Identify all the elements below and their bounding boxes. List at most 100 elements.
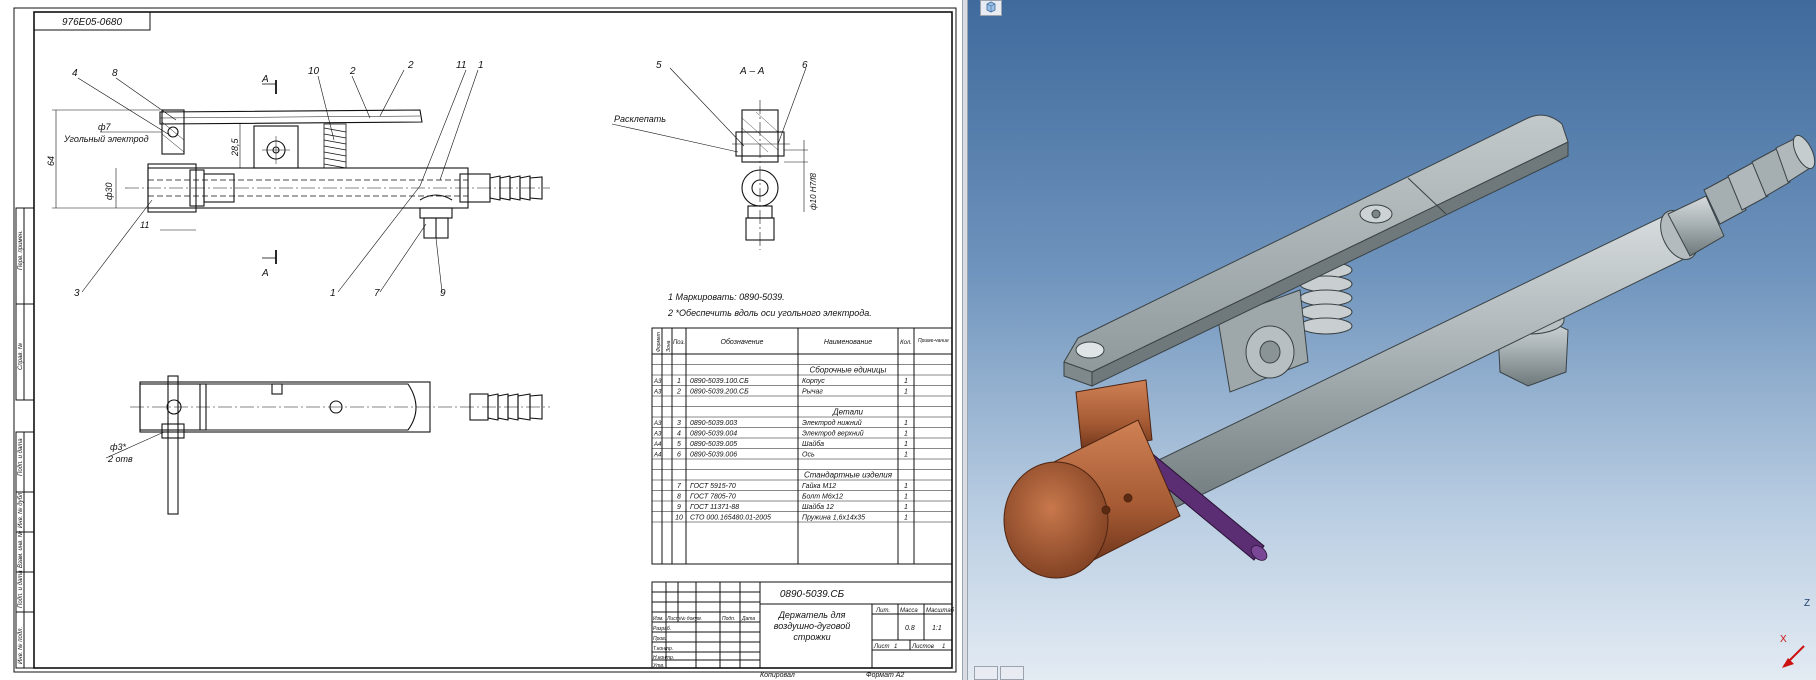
note-2: 2 *Обеспечить вдоль оси угольного электр…	[667, 308, 872, 318]
spec-cell-code: 0890-5039.004	[690, 431, 737, 438]
title-name-1: Держатель для	[778, 610, 846, 620]
spec-cell-format: А4	[653, 453, 662, 459]
spec-section-details: Детали	[832, 408, 863, 417]
title-designation: 0890-5039.СБ	[780, 589, 845, 600]
spec-cell-code: 0890-5039.100.СБ	[690, 378, 749, 385]
callout-11: 11	[456, 60, 466, 71]
title-scale-value: 1:1	[932, 625, 942, 632]
spec-header-pos: Поз.	[673, 340, 685, 346]
3d-model-viewport[interactable]: X Z	[968, 0, 1816, 680]
hose-nipple	[1667, 134, 1816, 257]
callout-5: 5	[656, 60, 662, 71]
callout-2a: 2	[349, 66, 356, 77]
spec-cell-pos: 4	[677, 431, 681, 438]
holes-dim: ф3*	[110, 442, 127, 452]
section-mark-top: А	[261, 74, 269, 85]
side-label-0: Перв. примен.	[18, 230, 24, 270]
footer-format: Формат А2	[866, 672, 904, 679]
spec-table-text: Сборочные единицы А3 1 0890-5039.100.СБ Корп…	[653, 366, 908, 522]
top-stamp-text: 976Е05-0680	[62, 17, 122, 28]
drawing-viewport[interactable]: 976Е05-0680 Перв. примен. Справ. № Подп.…	[0, 0, 968, 680]
title-scale: Масштаб	[926, 608, 955, 614]
spec-cell-format: А4	[653, 442, 662, 448]
spec-cell-qty: 1	[904, 431, 908, 438]
spec-cell-qty: 1	[904, 452, 908, 459]
spec-cell-pos: 7	[677, 483, 682, 490]
holes-count: 2 отв	[107, 454, 133, 464]
footer-copied: Копировал	[760, 672, 795, 679]
spec-cell-name: Корпус	[802, 378, 825, 385]
spec-cell-format: А3	[653, 421, 662, 427]
spec-cell-pos: 3	[677, 420, 681, 427]
spec-cell-name: Болт М6х12	[802, 494, 843, 501]
side-label-5: Подп. и дата	[18, 570, 24, 608]
spec-cell-code: 0890-5039.003	[690, 420, 737, 427]
spec-cell-name: Рычаг	[802, 389, 823, 396]
title-sheets-value: 1	[942, 644, 945, 650]
spec-cell-pos: 1	[677, 378, 681, 385]
callout-2b: 2	[407, 60, 414, 71]
title-row-date: Дата	[741, 616, 755, 622]
spec-cell-code: СТО 000.165480.01-2005	[690, 515, 771, 522]
spec-cell-name: Электрод верхний	[802, 430, 864, 438]
title-row-list: Лист	[666, 616, 680, 622]
spec-cell-code: 0890-5039.006	[690, 452, 737, 459]
fit-dim: ф10 H7/f8	[809, 173, 818, 210]
axis-triad	[1782, 645, 1805, 668]
spec-cell-qty: 1	[904, 494, 908, 501]
spec-cell-pos: 6	[677, 452, 681, 459]
axis-x-label: X	[1780, 634, 1787, 645]
spec-header-note: Приме-чание	[918, 338, 949, 344]
title-row-izm: Изм.	[653, 616, 664, 622]
spec-cell-qty: 1	[904, 420, 908, 427]
spec-cell-code: ГОСТ 5915-70	[690, 483, 736, 490]
spec-cell-qty: 1	[904, 504, 908, 511]
spec-header-zone: Зона	[666, 340, 672, 352]
callout-3: 3	[74, 288, 80, 299]
spec-cell-format: А3	[653, 379, 662, 385]
sheet-outer-frame	[13, 7, 957, 673]
dim-d30: ф30	[104, 182, 114, 200]
spec-cell-name: Пружина 1,6х14х35	[802, 515, 865, 522]
body-tube	[1137, 210, 1698, 517]
spec-cell-qty: 1	[904, 441, 908, 448]
callout-1a: 1	[478, 60, 484, 71]
callout-7: 7	[374, 288, 380, 299]
side-label-3: Инв. № дубл.	[17, 491, 24, 528]
side-label-4: Взам. инв. №	[17, 530, 24, 568]
spec-header-qty: Кол.	[900, 340, 912, 346]
spec-cell-name: Ось	[802, 452, 815, 459]
callout-9: 9	[440, 288, 446, 299]
spec-cell-qty: 1	[904, 389, 908, 396]
title-sheets: Листов	[911, 644, 934, 650]
section-mark-bottom: А	[261, 268, 269, 279]
axis-z-label: Z	[1804, 598, 1810, 609]
title-name-2: воздушно-дуговой	[774, 621, 851, 631]
title-lit: Лит.	[875, 608, 890, 614]
side-label-2: Подп. и дата	[18, 438, 24, 476]
spec-header-name: Наименование	[824, 339, 872, 346]
dim-d7: ф7	[98, 122, 112, 132]
dim-11: 11	[140, 220, 149, 230]
spec-cell-qty: 1	[904, 483, 908, 490]
title-row-doc: № докум.	[680, 616, 702, 622]
title-sheet: Лист	[873, 644, 889, 650]
spec-cell-pos: 5	[677, 441, 681, 448]
section-a-a	[611, 67, 808, 250]
title-mass: Масса	[900, 608, 918, 614]
title-row-sign: Подп.	[722, 616, 735, 622]
callout-4: 4	[72, 68, 78, 79]
spec-cell-pos: 9	[677, 504, 681, 511]
callout-10: 10	[308, 66, 320, 77]
spec-cell-code: 0890-5039.200.СБ	[690, 389, 749, 396]
dim-28-5: 28,5	[230, 137, 240, 157]
spec-cell-pos: 8	[677, 494, 681, 501]
callout-1b: 1	[330, 288, 336, 299]
title-role-0: Разраб.	[653, 626, 671, 632]
spec-cell-qty: 1	[904, 515, 908, 522]
spec-cell-qty: 1	[904, 378, 908, 385]
rivet-label: Расклепать	[614, 114, 666, 124]
callout-6: 6	[802, 60, 808, 71]
title-mass-value: 0.8	[905, 625, 915, 632]
spec-cell-format: А3	[653, 432, 662, 438]
